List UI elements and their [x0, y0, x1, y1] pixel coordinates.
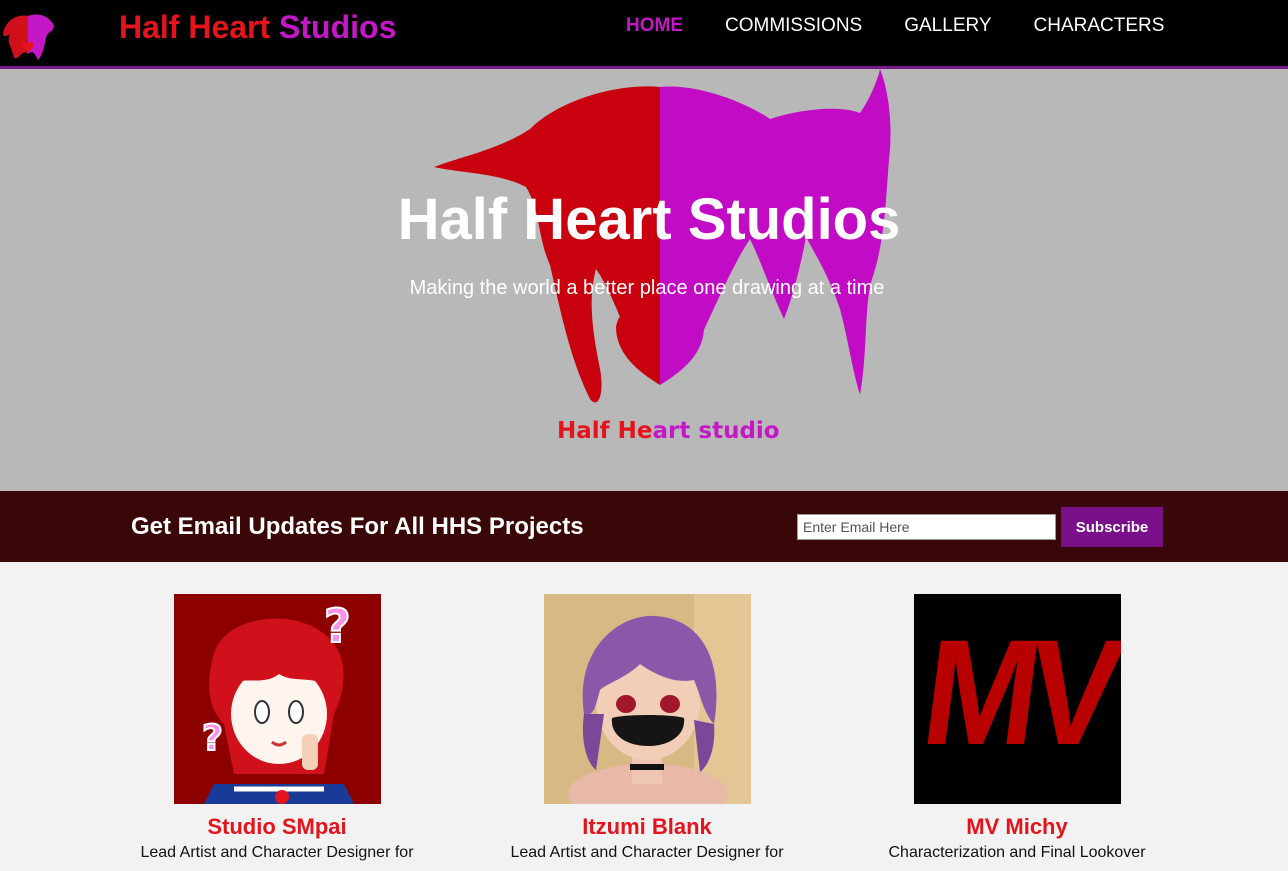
mv-logo-text: MV	[913, 608, 1121, 776]
team-card-itzumi-blank: Itzumi Blank Lead Artist and Character D…	[482, 594, 812, 863]
hero-banner: Half Heart Studios Making the world a be…	[0, 69, 1288, 491]
hero-logo-caption: Half Heart studio	[557, 418, 780, 444]
main-nav: HOME COMMISSIONS GALLERY CHARACTERS	[626, 14, 1164, 38]
avatar-studio-smpai: ? ?	[173, 594, 381, 804]
team-card-studio-smpai: ? ? Studio SMpai Lead Artist and Charact…	[112, 594, 442, 863]
member-role: Lead Artist and Character Designer for	[140, 844, 414, 861]
nav-link-characters[interactable]: CHARACTERS	[1034, 14, 1165, 38]
svg-text:?: ?	[202, 718, 223, 759]
member-role: Characterization and Final Lookover	[888, 844, 1146, 861]
team-card-mv-michy: MV MV Michy Characterization and Final L…	[852, 594, 1182, 863]
hero-subtitle: Making the world a better place one draw…	[409, 277, 885, 299]
nav-link-commissions[interactable]: COMMISSIONS	[725, 14, 862, 38]
hero-logo-caption-part2: art studio	[652, 418, 780, 444]
nav-link-gallery[interactable]: GALLERY	[904, 14, 991, 38]
email-input[interactable]	[797, 514, 1056, 540]
half-heart-logo-icon[interactable]	[0, 8, 56, 64]
nav-link-home[interactable]: HOME	[626, 14, 683, 38]
subscribe-button[interactable]: Subscribe	[1061, 507, 1163, 547]
svg-text:?: ?	[324, 599, 351, 653]
avatar-mv-michy: MV	[913, 594, 1121, 804]
brand-title[interactable]: Half Heart Studios	[119, 9, 396, 46]
email-signup-heading: Get Email Updates For All HHS Projects	[131, 513, 584, 540]
hero-title: Half Heart Studios	[397, 187, 901, 252]
top-navbar: Half Heart Studios HOME COMMISSIONS GALL…	[0, 0, 1288, 69]
avatar-itzumi-blank	[543, 594, 751, 804]
hero-logo-caption-part1: Half He	[557, 418, 653, 444]
member-role: Lead Artist and Character Designer for	[510, 844, 784, 861]
brand-title-part2: Studios	[279, 9, 397, 45]
member-name: Studio SMpai	[207, 814, 347, 839]
member-name: Itzumi Blank	[582, 814, 712, 839]
member-name: MV Michy	[966, 814, 1068, 839]
brand-title-part1: Half Heart	[119, 9, 271, 45]
email-signup-bar: Get Email Updates For All HHS Projects S…	[0, 491, 1288, 562]
